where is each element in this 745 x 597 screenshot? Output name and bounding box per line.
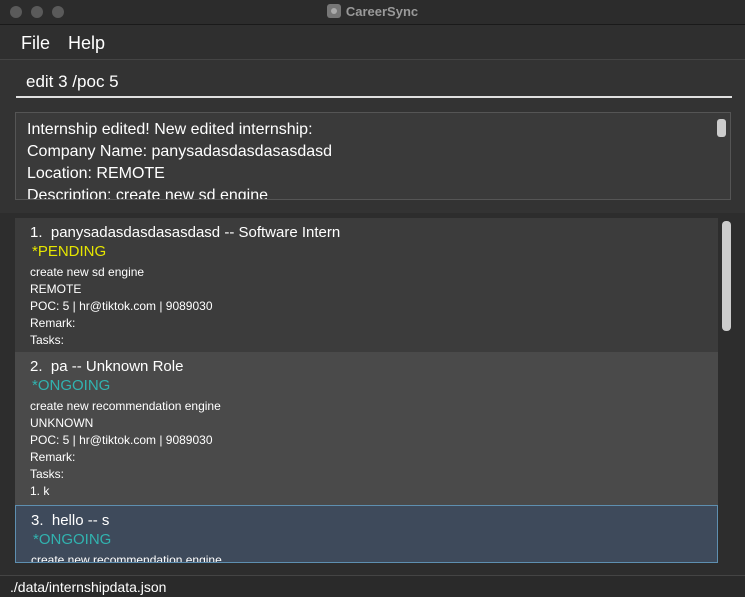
card-index: 3.: [31, 512, 44, 529]
card-remark: Remark:: [30, 316, 76, 330]
card-title: 1. panysadasdasdasasdasd -- Software Int…: [30, 224, 340, 241]
card-title: 2. pa -- Unknown Role: [30, 358, 183, 375]
app-logo-icon: [326, 4, 341, 18]
card-remark: Remark:: [30, 450, 76, 464]
result-line: Location: REMOTE: [27, 165, 165, 182]
title-bar: CareerSync: [0, 0, 745, 25]
card-location: UNKNOWN: [30, 416, 94, 430]
card-task-item: 1. k: [30, 484, 50, 498]
result-scrollbar-thumb[interactable]: [717, 119, 726, 137]
card-company-role: hello -- s: [51, 512, 110, 529]
internship-card-selected[interactable]: 3. hello -- s *ONGOING create new recomm…: [15, 505, 718, 563]
menu-file[interactable]: File: [21, 33, 50, 54]
result-display: Internship edited! New edited internship…: [15, 112, 731, 200]
window-title: CareerSync: [0, 4, 745, 19]
status-badge: *PENDING: [32, 243, 107, 260]
card-index: 1.: [30, 224, 43, 241]
window-title-text: CareerSync: [345, 4, 419, 19]
internship-list: 1. panysadasdasdasasdasd -- Software Int…: [0, 205, 745, 575]
card-tasks-label: Tasks:: [30, 467, 65, 481]
card-poc: POC: 5 | hr@tiktok.com | 9089030: [30, 433, 213, 447]
card-company-role: pa -- Unknown Role: [50, 358, 184, 375]
card-title: 3. hello -- s: [31, 512, 109, 529]
app-window: CareerSync File Help Internship edited! …: [0, 0, 745, 597]
card-company-role: panysadasdasdasasdasd -- Software Intern: [50, 224, 341, 241]
card-description: create new recommendation engine: [31, 553, 222, 563]
status-badge: *ONGOING: [33, 531, 112, 548]
card-poc: POC: 5 | hr@tiktok.com | 9089030: [30, 299, 213, 313]
card-description: create new recommendation engine: [30, 399, 221, 413]
internship-card[interactable]: 2. pa -- Unknown Role *ONGOING create ne…: [15, 352, 718, 505]
result-line: Company Name: panysadasdasdasasdasd: [27, 143, 333, 160]
list-scrollbar-thumb[interactable]: [722, 221, 731, 331]
result-line: Description: create new sd engine: [27, 187, 269, 200]
card-description: create new sd engine: [30, 265, 145, 279]
internship-card[interactable]: 1. panysadasdasdasasdasd -- Software Int…: [15, 218, 718, 352]
menu-bar: File Help: [0, 25, 745, 60]
card-location: REMOTE: [30, 282, 82, 296]
card-tasks-label: Tasks:: [30, 333, 65, 347]
data-file-path: ./data/internshipdata.json: [10, 579, 167, 595]
menu-help[interactable]: Help: [68, 33, 105, 54]
status-bar: ./data/internshipdata.json: [0, 575, 745, 597]
command-input[interactable]: [16, 68, 732, 98]
command-area: [0, 60, 745, 105]
result-display-area: Internship edited! New edited internship…: [0, 105, 745, 205]
card-index: 2.: [30, 358, 43, 375]
list-divider: [0, 205, 745, 213]
result-line: Internship edited! New edited internship…: [27, 121, 313, 138]
status-badge: *ONGOING: [32, 377, 111, 394]
